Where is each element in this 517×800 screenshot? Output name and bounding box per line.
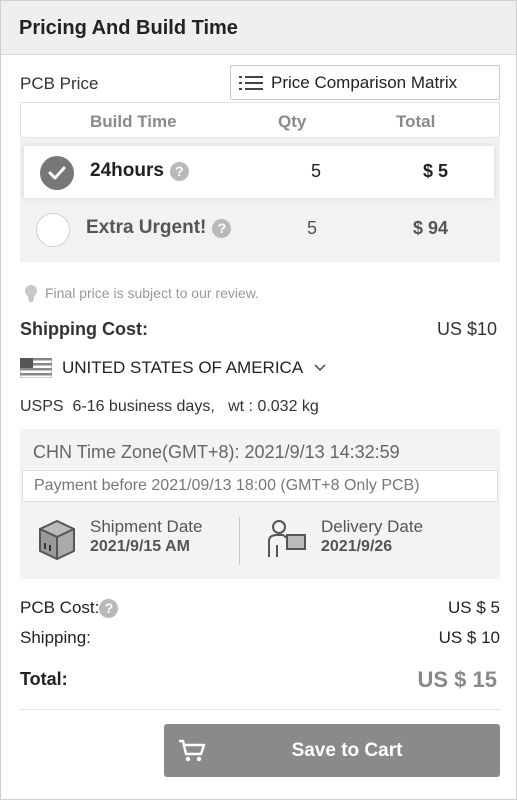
divider	[239, 517, 240, 565]
qty-cell: 5	[311, 161, 322, 181]
pcb-cost-label: PCB Cost:	[20, 598, 100, 617]
column-total: Total	[396, 112, 436, 131]
panel-title: Pricing And Build Time	[19, 17, 238, 39]
save-to-cart-label: Save to Cart	[291, 739, 403, 761]
radio-selected[interactable]	[40, 156, 74, 190]
shipping-method: USPS 6-16 business days, wt : 0.032 kg	[20, 398, 319, 415]
timezone-text: CHN Time Zone(GMT+8): 2021/9/13 14:32:59	[33, 442, 400, 462]
panel-header: Pricing And Build Time	[1, 1, 516, 55]
payment-deadline: Payment before 2021/09/13 18:00 (GMT+8 O…	[22, 470, 498, 502]
matrix-button-label: Price Comparison Matrix	[271, 72, 458, 92]
question-icon[interactable]: ?	[99, 599, 119, 619]
build-time-cell: Extra Urgent! ?	[86, 217, 232, 239]
table-header: Build Time Qty Total	[20, 102, 500, 138]
shipping-cost-value: US $10	[436, 319, 497, 339]
total-cell: $ 94	[412, 218, 448, 238]
country-selector[interactable]: UNITED STATES OF AMERICA	[20, 358, 327, 378]
chevron-down-icon	[314, 364, 326, 372]
save-to-cart-button[interactable]: Save to Cart	[164, 724, 500, 777]
shipment-date-value: 2021/9/15 AM	[90, 538, 190, 555]
delivery-date-value: 2021/9/26	[321, 538, 393, 555]
price-comparison-matrix-button[interactable]: Price Comparison Matrix	[230, 65, 500, 100]
qty-cell: 5	[307, 218, 318, 238]
pricing-panel: Pricing And Build Time PCB Price Price C…	[0, 0, 517, 800]
us-flag-icon	[20, 358, 52, 378]
delivery-date-block: Delivery Date 2021/9/26	[265, 517, 423, 563]
country-name: UNITED STATES OF AMERICA	[62, 358, 304, 377]
shipping-cost-label: Shipping Cost:	[20, 319, 148, 339]
build-time-cell: 24hours ?	[90, 160, 189, 182]
lightbulb-icon	[25, 285, 37, 302]
shipping-summary-value: US $ 10	[438, 628, 500, 647]
question-icon[interactable]: ?	[212, 218, 232, 238]
separator	[20, 709, 500, 710]
price-review-note: Final price is subject to our review.	[23, 284, 259, 302]
column-qty: Qty	[278, 112, 307, 131]
delivery-person-icon	[268, 520, 306, 557]
build-time-value: 24hours	[90, 160, 164, 181]
question-icon[interactable]: ?	[169, 161, 189, 181]
build-time-table: Build Time Qty Total 24hours ? 5 $ 5 Ext…	[20, 102, 500, 262]
shipping-summary-label: Shipping:	[20, 628, 91, 647]
timing-info-box: CHN Time Zone(GMT+8): 2021/9/13 14:32:59…	[20, 429, 500, 579]
pcb-cost-value: US $ 5	[448, 598, 500, 617]
column-build-time: Build Time	[90, 112, 177, 131]
check-icon	[48, 166, 66, 180]
total-label: Total:	[20, 669, 68, 689]
build-time-value: Extra Urgent!	[86, 217, 207, 238]
shipment-date-label: Shipment Date	[90, 517, 203, 536]
total-value: US $ 15	[417, 667, 498, 692]
build-option-row-24hours[interactable]: 24hours ? 5 $ 5	[24, 146, 494, 198]
pcb-price-label: PCB Price	[20, 74, 99, 93]
radio-unselected[interactable]	[36, 213, 70, 247]
shipping-row: Shipping: US $ 10	[20, 628, 500, 648]
list-icon	[239, 75, 263, 90]
shipment-date-block: Shipment Date 2021/9/15 AM	[34, 517, 202, 563]
note-text: Final price is subject to our review.	[45, 285, 259, 301]
total-cell: $ 5	[422, 161, 448, 181]
pcb-cost-row: PCB Cost:? US $ 5	[20, 598, 500, 619]
package-icon	[39, 520, 75, 560]
build-option-row-extra-urgent[interactable]: Extra Urgent! ? 5 $ 94	[20, 203, 500, 255]
delivery-date-label: Delivery Date	[321, 517, 424, 536]
